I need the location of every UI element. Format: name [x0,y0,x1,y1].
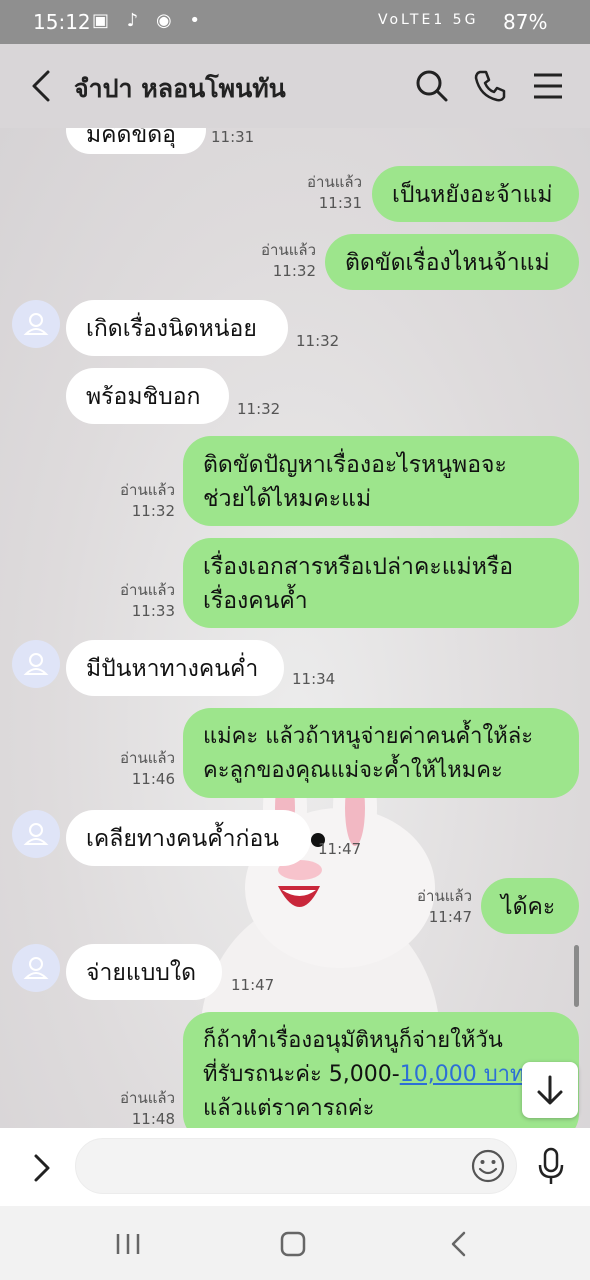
message-time: 11:47 [231,976,275,994]
message-meta: อ่านแล้ว 11:48 [103,1088,175,1128]
message-bubble-outgoing[interactable]: เรื่องเอกสารหรือเปล่าคะแม่หรือ เรื่องคนค… [183,538,579,628]
status-time: 15:12 [33,10,91,34]
back-icon[interactable] [26,66,56,106]
notification-icons: ▣ ♪ ◉ • [92,10,206,31]
system-nav-bar [0,1206,590,1280]
message-time: 11:32 [131,502,175,520]
user-icon [23,653,49,675]
message-bubble-outgoing[interactable]: แม่คะ แล้วถ้าหนูจ่ายค่าคนค้ำให้ล่ะ คะลูก… [183,708,579,798]
arrow-down-icon [537,1075,563,1105]
search-icon[interactable] [412,66,452,106]
message-time: 11:32 [272,262,316,280]
message-time: 11:31 [211,128,255,146]
message-meta: อ่านแล้ว 11:31 [290,172,362,214]
message-meta: อ่านแล้ว 11:46 [103,748,175,790]
message-bubble-incoming[interactable]: มีคิดขัดอุ [66,128,206,154]
message-bubble-incoming[interactable]: เคลียทางคนค้ำก่อน [66,810,311,866]
message-meta: อ่านแล้ว 11:32 [103,480,175,522]
message-bubble-incoming[interactable]: มีปันหาทางคนค่ำ [66,640,284,696]
user-icon [23,313,49,335]
battery-level: 87% [503,10,548,34]
message-meta: อ่านแล้ว 11:32 [244,240,316,282]
message-bubble-incoming[interactable]: พร้อมชิบอก [66,368,229,424]
network-indicator: VoLTE1 5G [378,12,479,28]
avatar[interactable] [12,810,60,858]
message-time: 11:34 [292,670,336,688]
message-meta: อ่านแล้ว 11:33 [103,580,175,622]
user-icon [23,957,49,979]
user-icon [23,823,49,845]
scroll-to-bottom-button[interactable] [522,1062,578,1118]
chevron-right-icon[interactable] [24,1148,60,1188]
message-bubble-incoming[interactable]: จ่ายแบบใด [66,944,222,1000]
avatar[interactable] [12,944,60,992]
back-nav-icon[interactable] [440,1226,480,1262]
chat-title[interactable]: จำปา หลอนโพนทัน [74,69,286,109]
message-time: 11:46 [131,770,175,788]
message-time: 11:32 [237,400,281,418]
phone-icon[interactable] [470,66,510,106]
message-time: 11:47 [428,908,472,926]
message-bubble-outgoing[interactable]: ติดขัดเรื่องไหนจ้าแม่ [325,234,579,290]
message-time: 11:33 [131,602,175,620]
message-bubble-outgoing[interactable]: เป็นหยังอะจ้าแม่ [372,166,579,222]
message-time: 11:32 [296,332,340,350]
emoji-icon[interactable] [470,1148,506,1184]
chat-area[interactable]: มีคิดขัดอุ 11:31 อ่านแล้ว 11:31 เป็นหยัง… [0,128,590,1128]
read-receipt: อ่านแล้ว [120,749,175,767]
home-icon[interactable] [273,1226,313,1262]
read-receipt: อ่านแล้ว [120,1089,175,1107]
menu-icon[interactable] [528,66,568,106]
message-bubble-outgoing[interactable]: ก็ถ้าทำเรื่องอนุมัติหนูก็จ่ายให้วัน ที่ร… [183,1012,579,1128]
message-meta: อ่านแล้ว 11:47 [400,886,472,928]
message-input-bar [0,1128,590,1206]
recent-apps-icon[interactable] [108,1226,148,1262]
message-bubble-incoming[interactable]: เกิดเรื่องนิดหน่อย [66,300,288,356]
message-bubble-outgoing[interactable]: ได้คะ [481,878,579,934]
avatar[interactable] [12,300,60,348]
message-time: 11:31 [318,194,362,212]
read-receipt: อ่านแล้ว [261,241,316,259]
scrollbar[interactable] [574,945,579,1007]
chat-header: จำปา หลอนโพนทัน [0,44,590,128]
price-link[interactable]: 10,000 บาท [400,1062,525,1087]
status-bar: 15:12 ▣ ♪ ◉ • VoLTE1 5G 87% [0,0,590,44]
read-receipt: อ่านแล้ว [417,887,472,905]
message-time: 11:48 [131,1110,175,1128]
message-input[interactable] [75,1138,517,1194]
message-time: 11:47 [318,840,362,858]
message-bubble-outgoing[interactable]: ติดขัดปัญหาเรื่องอะไรหนูพอจะ ช่วยได้ไหมค… [183,436,579,526]
read-receipt: อ่านแล้ว [120,481,175,499]
read-receipt: อ่านแล้ว [307,173,362,191]
read-receipt: อ่านแล้ว [120,581,175,599]
microphone-icon[interactable] [535,1146,567,1186]
avatar[interactable] [12,640,60,688]
